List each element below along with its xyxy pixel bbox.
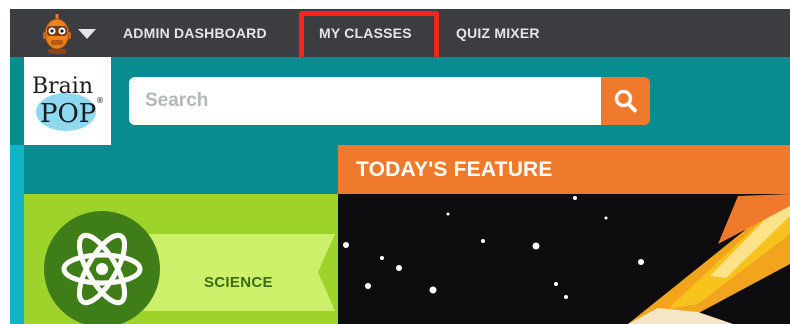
feature-image[interactable]: [338, 194, 790, 324]
todays-feature-title[interactable]: TODAY'S FEATURE: [356, 145, 553, 194]
search-input[interactable]: [145, 87, 585, 115]
search-button[interactable]: [601, 77, 650, 125]
svg-text:Brain: Brain: [32, 74, 93, 99]
science-category-tile[interactable]: SCIENCE: [24, 194, 338, 324]
category-header-strip: [24, 145, 338, 194]
left-accent-stripe: [10, 145, 24, 324]
chevron-down-icon[interactable]: [77, 28, 97, 40]
brainpop-logo[interactable]: Brain POP ®: [24, 57, 111, 145]
svg-text:POP: POP: [40, 99, 96, 129]
site-header: Brain POP ®: [10, 57, 790, 145]
science-badge: [44, 211, 160, 324]
svg-text:®: ®: [96, 96, 104, 105]
space-illustration: [338, 194, 790, 324]
science-label: SCIENCE: [204, 274, 273, 291]
robot-avatar-icon[interactable]: [40, 14, 74, 54]
search-icon: [614, 89, 637, 113]
todays-feature-header: TODAY'S FEATURE: [338, 145, 790, 194]
main-content: SCIENCE TODAY'S FEATURE: [10, 145, 790, 324]
brainpop-page: ADMIN DASHBOARD MY CLASSES QUIZ MIXER Br…: [10, 9, 790, 324]
nav-admin-dashboard[interactable]: ADMIN DASHBOARD: [123, 9, 267, 57]
atom-icon: [61, 232, 143, 306]
nav-quiz-mixer[interactable]: QUIZ MIXER: [456, 9, 540, 57]
search-field[interactable]: [129, 77, 601, 125]
brainpop-logo-graphic: Brain POP ®: [32, 74, 104, 131]
